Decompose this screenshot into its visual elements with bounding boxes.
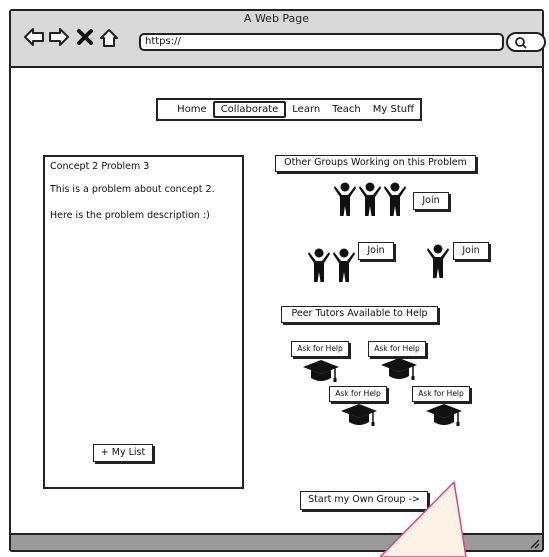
join-group-button-3[interactable]: Join: [453, 242, 489, 260]
graduation-cap-icon: [426, 404, 462, 426]
graduation-cap-icon: [381, 358, 417, 380]
home-icon[interactable]: [98, 27, 120, 49]
menu-item-learn[interactable]: Learn: [286, 101, 326, 118]
window-title: A Web Page: [243, 12, 310, 25]
url-input[interactable]: https://: [139, 33, 504, 51]
sticky-note-corner: [380, 481, 467, 557]
menu-item-home[interactable]: Home: [171, 101, 213, 118]
browser-titlebar: A Web Page https://: [11, 11, 546, 68]
ask-for-help-button-2[interactable]: Ask for Help: [368, 341, 426, 357]
group-people-icon: [308, 248, 355, 282]
join-group-button-2[interactable]: Join: [358, 242, 394, 260]
page-content: Home Collaborate Learn Teach My Stuff Co…: [11, 68, 542, 536]
ask-for-help-button-1[interactable]: Ask for Help: [291, 341, 349, 357]
resize-grip-icon[interactable]: [528, 537, 540, 549]
back-arrow-icon[interactable]: [23, 27, 45, 47]
group-people-icon: [334, 182, 406, 216]
menu-item-my-stuff[interactable]: My Stuff: [367, 101, 420, 118]
stop-x-icon[interactable]: [76, 27, 94, 47]
problem-line-1: This is a problem about concept 2.: [50, 184, 215, 195]
add-to-my-list-button[interactable]: + My List: [93, 444, 153, 462]
problem-panel: Concept 2 Problem 3 This is a problem ab…: [43, 155, 244, 489]
browser-window: A Web Page https:// Home Collaborate Lea…: [9, 9, 546, 552]
search-icon: [515, 37, 527, 49]
graduation-cap-icon: [303, 360, 339, 382]
forward-arrow-icon[interactable]: [48, 27, 70, 47]
problem-title: Concept 2 Problem 3: [50, 161, 150, 172]
problem-description: Here is the problem description :): [50, 210, 210, 221]
menu-item-collaborate[interactable]: Collaborate: [212, 101, 287, 118]
ask-for-help-button-3[interactable]: Ask for Help: [329, 386, 387, 402]
join-group-button-1[interactable]: Join: [413, 192, 449, 210]
search-button[interactable]: [506, 32, 546, 52]
person-icon: [427, 244, 449, 278]
ask-for-help-button-4[interactable]: Ask for Help: [412, 386, 470, 402]
other-groups-heading: Other Groups Working on this Problem: [275, 155, 476, 172]
main-menu: Home Collaborate Learn Teach My Stuff: [156, 98, 422, 121]
peer-tutors-heading: Peer Tutors Available to Help: [281, 306, 438, 323]
menu-item-teach[interactable]: Teach: [326, 101, 367, 118]
graduation-cap-icon: [341, 404, 377, 426]
